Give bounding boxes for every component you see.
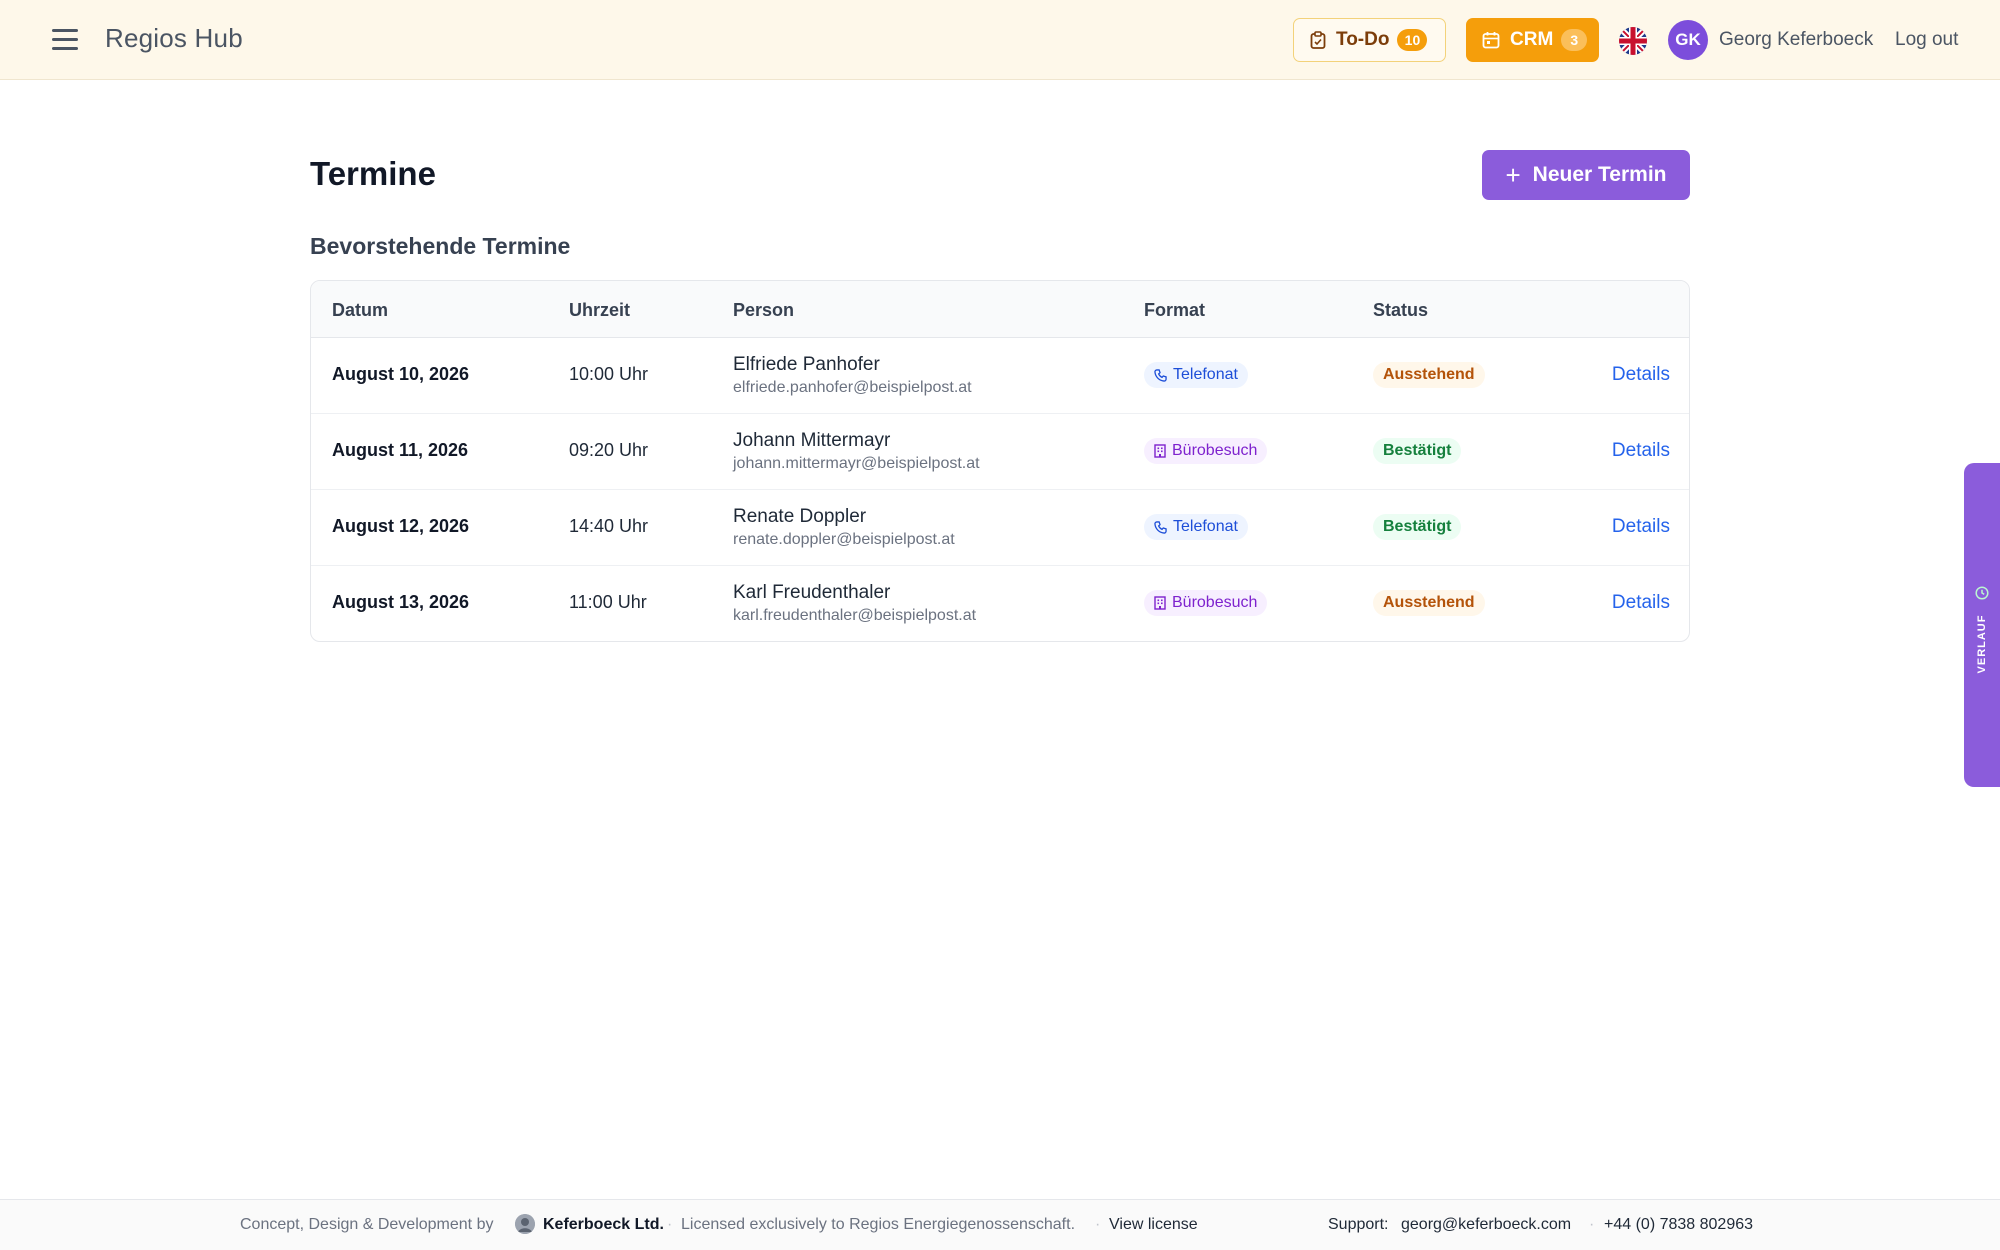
- crm-button[interactable]: CRM 3: [1466, 18, 1599, 62]
- footer-separator: ·: [1589, 1216, 1595, 1233]
- appointment-time: 14:40 Uhr: [569, 516, 649, 536]
- format-label: Bürobesuch: [1172, 594, 1258, 611]
- details-link[interactable]: Details: [1612, 440, 1670, 462]
- person-email: renate.doppler@beispielpost.at: [733, 531, 955, 548]
- history-side-tab[interactable]: VERLAUF: [1964, 463, 2000, 787]
- format-label: Telefonat: [1173, 366, 1238, 383]
- company-link[interactable]: Keferboeck Ltd.: [543, 1216, 664, 1234]
- table-row: August 13, 2026 11:00 Uhr Karl Freudenth…: [311, 566, 1689, 641]
- format-badge: Bürobesuch: [1144, 590, 1268, 616]
- clock-icon: [1975, 586, 1989, 600]
- footer-separator: ·: [1095, 1216, 1101, 1233]
- menu-icon[interactable]: [52, 29, 78, 51]
- user-avatar[interactable]: GK: [1668, 20, 1708, 60]
- person-email: elfriede.panhofer@beispielpost.at: [733, 379, 972, 396]
- appointment-date: August 13, 2026: [332, 592, 470, 612]
- details-link[interactable]: Details: [1612, 516, 1670, 538]
- logout-link[interactable]: Log out: [1895, 29, 1958, 51]
- new-appointment-label: Neuer Termin: [1532, 163, 1667, 186]
- top-navbar: Regios Hub To-Do 10 CRM 3 GK Georg Kefer…: [0, 0, 2000, 80]
- column-header-format: Format: [1144, 300, 1206, 320]
- plus-icon: +: [1505, 160, 1521, 190]
- todo-button[interactable]: To-Do 10: [1293, 18, 1446, 62]
- todo-count-badge: 10: [1397, 29, 1428, 51]
- status-badge: Ausstehend: [1373, 362, 1485, 388]
- crm-count-badge: 3: [1561, 29, 1588, 51]
- person-name: Karl Freudenthaler: [733, 582, 891, 603]
- format-badge: Telefonat: [1144, 362, 1248, 388]
- phone-icon: [1154, 368, 1167, 382]
- building-icon: [1154, 596, 1166, 610]
- license-text: Licensed exclusively to Regios Energiege…: [681, 1216, 1076, 1233]
- support-phone-link[interactable]: +44 (0) 7838 802963: [1604, 1216, 1753, 1234]
- status-badge: Bestätigt: [1373, 438, 1462, 464]
- new-appointment-button[interactable]: + Neuer Termin: [1482, 150, 1690, 200]
- app-title[interactable]: Regios Hub: [105, 23, 243, 54]
- person-name: Johann Mittermayr: [733, 430, 891, 451]
- appointments-table: Datum Uhrzeit Person Format Status Augus…: [310, 280, 1690, 642]
- details-link[interactable]: Details: [1612, 592, 1670, 614]
- table-header: Datum Uhrzeit Person Format Status: [311, 281, 1689, 338]
- user-name[interactable]: Georg Keferboeck: [1719, 29, 1873, 51]
- person-name: Renate Doppler: [733, 506, 867, 527]
- calendar-icon: [1482, 32, 1500, 49]
- building-icon: [1154, 444, 1166, 458]
- uk-flag-icon[interactable]: [1619, 27, 1647, 55]
- column-header-status: Status: [1373, 300, 1429, 320]
- person-email: karl.freudenthaler@beispielpost.at: [733, 607, 977, 624]
- column-header-person: Person: [733, 300, 795, 320]
- view-license-link[interactable]: View license: [1109, 1216, 1198, 1234]
- footer-credit: Concept, Design & Development by: [240, 1216, 494, 1233]
- support-email-link[interactable]: georg@keferboeck.com: [1401, 1216, 1571, 1234]
- format-label: Bürobesuch: [1172, 442, 1258, 459]
- clipboard-icon: [1310, 31, 1326, 49]
- table-row: August 12, 2026 14:40 Uhr Renate Doppler…: [311, 490, 1689, 566]
- person-email: johann.mittermayr@beispielpost.at: [733, 455, 980, 472]
- company-logo: [515, 1214, 535, 1234]
- person-name: Elfriede Panhofer: [733, 354, 880, 375]
- crm-label: CRM: [1510, 29, 1554, 50]
- support-label: Support:: [1328, 1216, 1389, 1233]
- appointment-date: August 12, 2026: [332, 516, 470, 536]
- appointment-time: 10:00 Uhr: [569, 364, 649, 384]
- appointment-time: 11:00 Uhr: [569, 592, 647, 612]
- todo-label: To-Do: [1336, 29, 1390, 50]
- format-label: Telefonat: [1173, 518, 1238, 535]
- table-row: August 10, 2026 10:00 Uhr Elfriede Panho…: [311, 338, 1689, 414]
- footer-separator: ·: [667, 1216, 673, 1233]
- status-badge: Bestätigt: [1373, 514, 1462, 540]
- column-header-date: Datum: [332, 300, 389, 320]
- section-title: Bevorstehende Termine: [310, 233, 571, 259]
- details-link[interactable]: Details: [1612, 364, 1670, 386]
- footer: Concept, Design & Development by Keferbo…: [0, 1199, 2000, 1250]
- appointment-time: 09:20 Uhr: [569, 440, 649, 460]
- appointment-date: August 11, 2026: [332, 440, 469, 460]
- column-header-time: Uhrzeit: [569, 300, 631, 320]
- format-badge: Telefonat: [1144, 514, 1248, 540]
- history-tab-label: VERLAUF: [1976, 614, 1988, 674]
- page-title: Termine: [310, 155, 436, 192]
- table-row: August 11, 2026 09:20 Uhr Johann Mitterm…: [311, 414, 1689, 490]
- appointment-date: August 10, 2026: [332, 364, 470, 384]
- format-badge: Bürobesuch: [1144, 438, 1268, 464]
- status-badge: Ausstehend: [1373, 590, 1485, 616]
- phone-icon: [1154, 520, 1167, 534]
